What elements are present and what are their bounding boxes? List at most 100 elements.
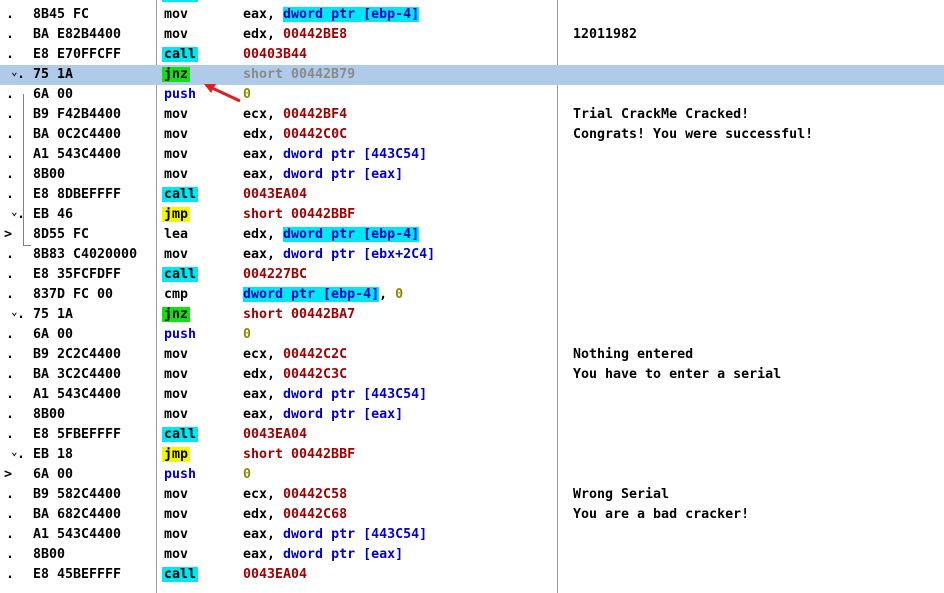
instruction-row[interactable]: ⌄. EB 46 jmp short 00442BBF: [0, 205, 944, 225]
operand-part: short 00442BBF: [243, 447, 356, 462]
row-marker: ⌄.: [2, 445, 30, 465]
mnemonic-cell: jmp: [162, 205, 191, 225]
operands: 00403B44: [243, 45, 555, 65]
mnemonic: push: [164, 467, 197, 482]
row-marker: .: [2, 105, 30, 125]
operand-part: eax,: [243, 7, 284, 22]
instruction-row[interactable]: ⌄. EB 18 jmp short 00442BBF: [0, 445, 944, 465]
instruction-row[interactable]: . E8 8DBEFFFF call 0043EA04: [0, 185, 944, 205]
disassembly-view[interactable]: .E8 6CFCFDFFcall004227BC.8B45 FCmoveax, …: [0, 0, 944, 593]
instruction-row[interactable]: . BA 0C2C4400 mov edx, 00442C0C Congrats! Yo…: [0, 125, 944, 145]
hex-bytes: E8 5FBEFFFF: [33, 427, 122, 442]
instruction-row[interactable]: . 8B00 mov eax, dword ptr [eax]: [0, 165, 944, 185]
marker-dot: .: [6, 247, 15, 262]
hex-bytes: BA 3C2C4400: [33, 367, 122, 382]
mnemonic-cell: push: [162, 85, 198, 105]
operands: eax, dword ptr [eax]: [243, 545, 555, 565]
row-marker: .: [2, 365, 30, 385]
marker-dot: .: [6, 7, 15, 22]
instruction-row[interactable]: . 8B83 C4020000 mov eax, dword ptr [ebx+2C4…: [0, 245, 944, 265]
operand-part: dword ptr [ebp-4]: [283, 7, 420, 22]
instruction-row[interactable]: . A1 543C4400 mov eax, dword ptr [443C54]: [0, 525, 944, 545]
operand-part: 00442C0C: [283, 127, 348, 142]
mnemonic-cell: mov: [162, 105, 190, 125]
operand-part: 0043EA04: [243, 187, 308, 202]
mnemonic: mov: [164, 407, 189, 422]
operand-part: eax,: [243, 147, 284, 162]
comment: You are a bad cracker!: [573, 507, 750, 522]
mnemonic: mov: [164, 167, 189, 182]
operand-part: edx,: [243, 227, 284, 242]
jump-path-line: [23, 94, 24, 246]
operands: 004227BC: [243, 265, 555, 285]
instruction-row[interactable]: ⌄. 75 1A jnz short 00442BA7: [0, 305, 944, 325]
marker-dot: .: [17, 307, 26, 322]
operand-part: ecx,: [243, 487, 284, 502]
mnemonic: mov: [164, 507, 189, 522]
instruction-row[interactable]: >8D55 FC lea edx, dword ptr [ebp-4]: [0, 225, 944, 245]
instruction-row[interactable]: . 837D FC 00 cmp dword ptr [ebp-4], 0: [0, 285, 944, 305]
operand-part: eax,: [243, 167, 284, 182]
instruction-row[interactable]: . 8B45 FC mov eax, dword ptr [ebp-4]: [0, 5, 944, 25]
instruction-row[interactable]: ⌄. 75 1A jnz short 00442B79: [0, 65, 944, 85]
instruction-row[interactable]: . A1 543C4400 mov eax, dword ptr [443C54]: [0, 145, 944, 165]
operand-part: ecx,: [243, 347, 284, 362]
instruction-row[interactable]: . BA 682C4400 mov edx, 00442C68 You are a ba…: [0, 505, 944, 525]
instruction-row[interactable]: . BA 3C2C4400 mov edx, 00442C3C You have to …: [0, 365, 944, 385]
instruction-row[interactable]: . B9 2C2C4400 mov ecx, 00442C2C Nothing ente…: [0, 345, 944, 365]
mnemonic-cell: call: [162, 45, 199, 65]
operand-part: 00442C3C: [283, 367, 348, 382]
hex-bytes: E8 8DBEFFFF: [33, 187, 122, 202]
instruction-row[interactable]: . 8B00 mov eax, dword ptr [eax]: [0, 545, 944, 565]
mnemonic-cell: mov: [162, 365, 190, 385]
mnemonic-cell: jnz: [162, 305, 191, 325]
instruction-row[interactable]: . E8 E70FFCFF call 00403B44: [0, 45, 944, 65]
operand-part: dword ptr [eax]: [283, 407, 404, 422]
operand-part: 00442C68: [283, 507, 348, 522]
mnemonic: mov: [164, 487, 189, 502]
marker-dot: .: [6, 267, 15, 282]
instruction-row[interactable]: . 6A 00 push 0: [0, 85, 944, 105]
instruction-row[interactable]: . E8 35FCFDFF call 004227BC: [0, 265, 944, 285]
operand-part: eax,: [243, 387, 284, 402]
row-marker: ⌄.: [2, 305, 30, 325]
comment: Congrats! You were successful!: [573, 127, 814, 142]
operand-part: short 00442BA7: [243, 307, 356, 322]
row-marker: .: [2, 325, 30, 345]
mnemonic: call: [162, 427, 199, 442]
instruction-row[interactable]: . E8 45BEFFFF call 0043EA04: [0, 565, 944, 585]
instruction-row[interactable]: . A1 543C4400 mov eax, dword ptr [443C54]: [0, 385, 944, 405]
instruction-row[interactable]: . B9 582C4400 mov ecx, 00442C58 Wrong Serial: [0, 485, 944, 505]
operands: eax, dword ptr [eax]: [243, 405, 555, 425]
operands: short 00442B79: [243, 65, 555, 85]
operands: short 00442BBF: [243, 205, 555, 225]
mnemonic: mov: [164, 147, 189, 162]
hex-bytes: 8B00: [33, 167, 66, 182]
chevron-right-icon: >: [4, 467, 13, 482]
operands: eax, dword ptr [ebp-4]: [243, 5, 555, 25]
row-marker: .: [2, 165, 30, 185]
operand-part: ,: [379, 287, 396, 302]
mnemonic-cell: mov: [162, 405, 190, 425]
marker-dot: .: [6, 407, 15, 422]
instruction-row[interactable]: . 8B00 mov eax, dword ptr [eax]: [0, 405, 944, 425]
instruction-row[interactable]: . E8 5FBEFFFF call 0043EA04: [0, 425, 944, 445]
instruction-row[interactable]: . B9 F42B4400 mov ecx, 00442BF4 Trial CrackM…: [0, 105, 944, 125]
hex-bytes: 837D FC 00: [33, 287, 114, 302]
operands: eax, dword ptr [eax]: [243, 165, 555, 185]
operand-part: 00403B44: [243, 47, 308, 62]
operand-part: 00442C58: [283, 487, 348, 502]
mnemonic: call: [162, 0, 199, 2]
mnemonic-cell: mov: [162, 245, 190, 265]
marker-dot: .: [17, 447, 26, 462]
marker-dot: .: [6, 327, 15, 342]
row-marker: ⌄.: [2, 65, 30, 85]
instruction-row[interactable]: . BA E82B4400 mov edx, 00442BE8 12011982: [0, 25, 944, 45]
hex-bytes: A1 543C4400: [33, 527, 122, 542]
instruction-row[interactable]: >6A 00 push 0: [0, 465, 944, 485]
operands: 0043EA04: [243, 565, 555, 585]
instruction-row[interactable]: . 6A 00 push 0: [0, 325, 944, 345]
hex-bytes: EB 18: [33, 447, 74, 462]
hex-bytes: 8B45 FC: [33, 7, 90, 22]
marker-dot: .: [6, 347, 15, 362]
